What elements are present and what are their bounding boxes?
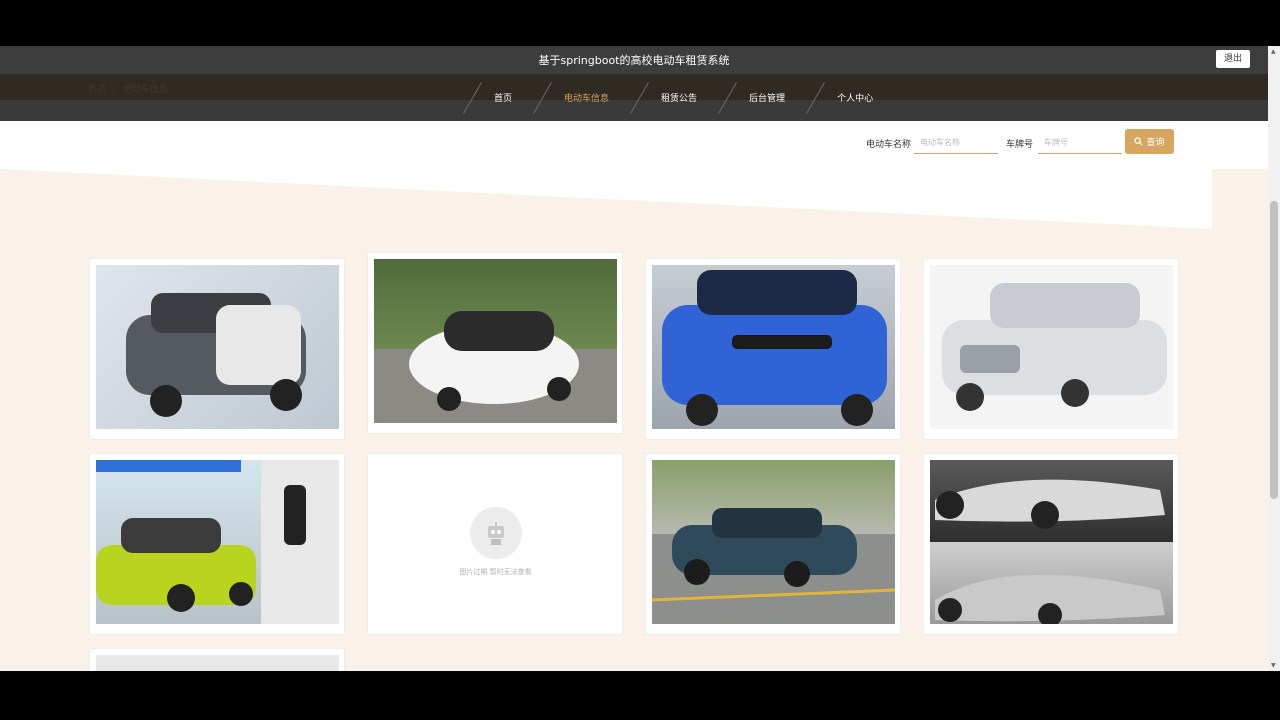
breadcrumb-separator: /	[112, 85, 116, 95]
site-title: 基于springboot的高校电动车租赁系统	[538, 54, 730, 67]
nav-item-ev-info[interactable]: 电动车信息	[532, 74, 629, 121]
car-photo-icon	[662, 270, 887, 426]
breadcrumb-home[interactable]: 首页	[88, 85, 106, 95]
logout-button[interactable]: 退出	[1215, 50, 1250, 68]
robot-icon	[469, 507, 522, 559]
car-photo-icon	[652, 508, 895, 602]
car-photo[interactable]	[96, 265, 339, 429]
broken-image-text: 图片过期 暂时无法查看	[459, 568, 532, 576]
car-photo[interactable]	[652, 460, 895, 624]
nav-item-profile[interactable]: 个人中心	[805, 74, 893, 121]
car-photo[interactable]	[96, 460, 339, 624]
ev-card[interactable]	[89, 258, 345, 440]
breadcrumb-current: 电动车信息	[122, 85, 168, 95]
scroll-up-icon[interactable]: ▲	[1271, 48, 1276, 55]
scroll-down-icon[interactable]: ▼	[1271, 662, 1276, 669]
scrollbar-thumb[interactable]	[1270, 201, 1278, 499]
ev-card[interactable]	[923, 453, 1179, 635]
decorative-wedge	[0, 169, 1212, 229]
ev-card[interactable]: 图片过期 暂时无法查看	[367, 453, 623, 635]
car-photo[interactable]	[930, 460, 1173, 624]
car-photo[interactable]	[374, 259, 617, 423]
car-photo[interactable]	[930, 265, 1173, 429]
breadcrumb: 首页 / 电动车信息	[88, 82, 168, 95]
page-viewport: 基于springboot的高校电动车租赁系统 退出 首页 / 电动车信息 首页 …	[0, 46, 1268, 671]
nav-bar: 首页 / 电动车信息 首页 电动车信息 租赁公告 后台管理 个人中心	[0, 74, 1268, 121]
nav-item-home[interactable]: 首页	[462, 74, 532, 121]
car-photo[interactable]	[96, 655, 339, 671]
car-photo-icon	[942, 283, 1167, 411]
top-bar: 基于springboot的高校电动车租赁系统 退出	[0, 46, 1268, 74]
plate-label: 车牌号	[1006, 140, 1034, 150]
ev-card[interactable]	[367, 252, 623, 434]
car-photo-icon	[935, 479, 1165, 624]
search-area: 电动车名称 电动车名称 车牌号 车牌号 查询	[0, 121, 1268, 169]
nav-item-admin[interactable]: 后台管理	[717, 74, 805, 121]
main-nav: 首页 电动车信息 租赁公告 后台管理 个人中心	[462, 74, 893, 121]
ev-card[interactable]	[645, 453, 901, 635]
ev-card[interactable]	[923, 258, 1179, 440]
ev-card[interactable]	[89, 453, 345, 635]
search-button-label: 查询	[1146, 138, 1165, 148]
search-button[interactable]: 查询	[1125, 129, 1174, 154]
car-photo[interactable]	[652, 265, 895, 429]
broken-image: 图片过期 暂时无法查看	[374, 460, 617, 624]
car-photo-icon	[126, 293, 306, 417]
search-icon	[1134, 137, 1144, 146]
ev-card[interactable]	[89, 648, 345, 671]
nav-item-rental-notice[interactable]: 租赁公告	[629, 74, 717, 121]
name-input[interactable]: 电动车名称	[914, 132, 998, 154]
car-photo-icon	[96, 460, 339, 624]
name-label: 电动车名称	[866, 140, 912, 150]
ev-card[interactable]	[645, 258, 901, 440]
car-photo-icon	[409, 311, 579, 411]
plate-input[interactable]: 车牌号	[1038, 132, 1122, 154]
page-scrollbar[interactable]: ▲ ▼	[1268, 46, 1280, 671]
